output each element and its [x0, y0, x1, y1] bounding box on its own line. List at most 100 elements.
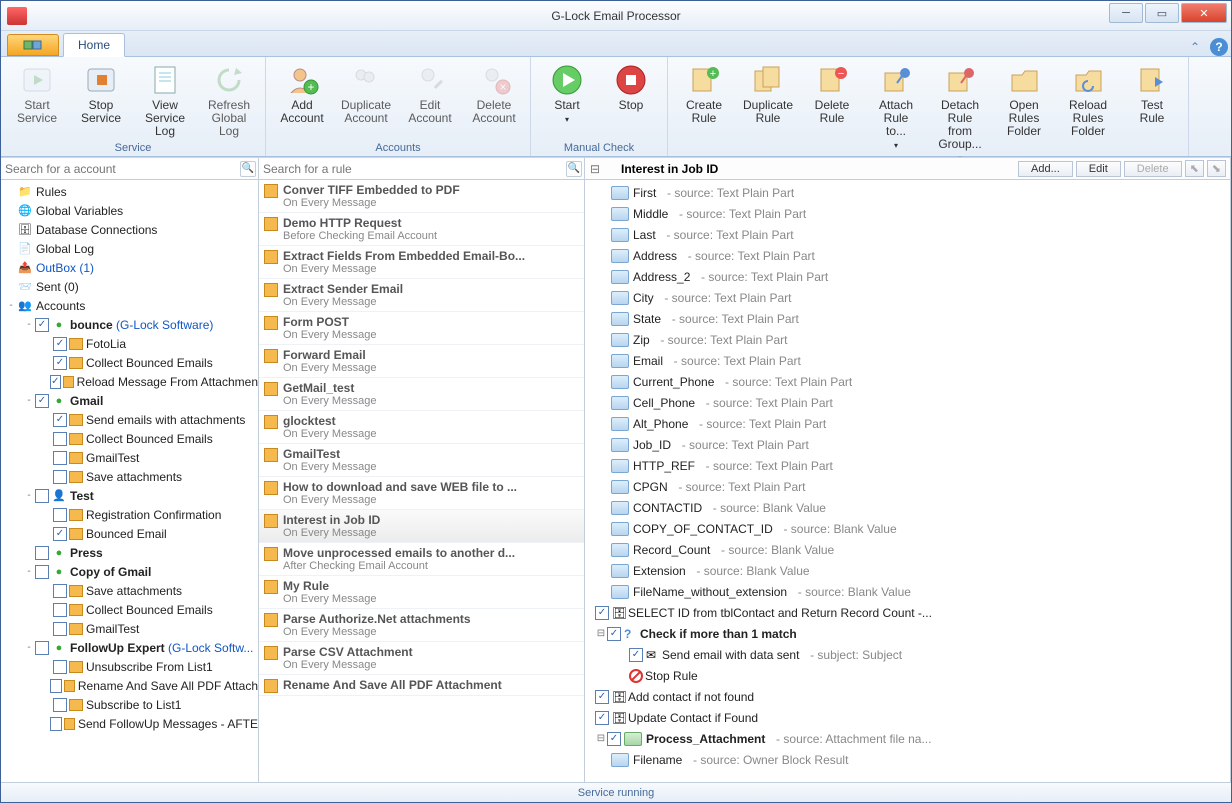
- rule-item[interactable]: Forward EmailOn Every Message: [259, 345, 584, 378]
- tree-item[interactable]: 📁Rules: [1, 182, 258, 201]
- tree-item[interactable]: 🌐Global Variables: [1, 201, 258, 220]
- rule-item[interactable]: Form POSTOn Every Message: [259, 312, 584, 345]
- collapse-icon[interactable]: ⊟: [589, 162, 601, 176]
- reload-rules-folder-button[interactable]: Reload RulesFolder: [1056, 59, 1120, 167]
- tree-item[interactable]: 📄Global Log: [1, 239, 258, 258]
- rule-search-input[interactable]: [261, 160, 566, 178]
- tree-item[interactable]: ✓Bounced Email: [1, 524, 258, 543]
- detach-rule-from-group--button[interactable]: Detach Rulefrom Group...▾: [928, 59, 992, 167]
- detail-row[interactable]: ✓🗄Add contact if not found: [585, 686, 1230, 707]
- rule-item[interactable]: Conver TIFF Embedded to PDFOn Every Mess…: [259, 180, 584, 213]
- test-rule-button[interactable]: TestRule: [1120, 59, 1184, 167]
- tree-item[interactable]: Unsubscribe From List1: [1, 657, 258, 676]
- rule-item[interactable]: Extract Sender EmailOn Every Message: [259, 279, 584, 312]
- tree-item[interactable]: Save attachments: [1, 467, 258, 486]
- close-button[interactable]: ✕: [1181, 3, 1227, 23]
- tree-item[interactable]: Registration Confirmation: [1, 505, 258, 524]
- detail-row[interactable]: Middle - source: Text Plain Part: [585, 203, 1230, 224]
- tree-item[interactable]: 🗄Database Connections: [1, 220, 258, 239]
- tab-home[interactable]: Home: [63, 33, 125, 57]
- rule-item[interactable]: My RuleOn Every Message: [259, 576, 584, 609]
- duplicate-rule-button[interactable]: DuplicateRule: [736, 59, 800, 167]
- open-rules-folder-button[interactable]: Open RulesFolder: [992, 59, 1056, 167]
- rule-item[interactable]: Parse Authorize.Net attachmentsOn Every …: [259, 609, 584, 642]
- detail-row[interactable]: Current_Phone - source: Text Plain Part: [585, 371, 1230, 392]
- tree-item[interactable]: ●Press: [1, 543, 258, 562]
- tree-item[interactable]: -👥Accounts: [1, 296, 258, 315]
- detail-row[interactable]: Last - source: Text Plain Part: [585, 224, 1230, 245]
- detail-row[interactable]: COPY_OF_CONTACT_ID - source: Blank Value: [585, 518, 1230, 539]
- detail-row[interactable]: HTTP_REF - source: Text Plain Part: [585, 455, 1230, 476]
- start-button[interactable]: Start▾: [535, 59, 599, 142]
- detail-row[interactable]: Stop Rule: [585, 665, 1230, 686]
- search-icon[interactable]: 🔍: [240, 161, 256, 177]
- rules-list[interactable]: Conver TIFF Embedded to PDFOn Every Mess…: [259, 180, 584, 782]
- detail-row[interactable]: Record_Count - source: Blank Value: [585, 539, 1230, 560]
- tree-item[interactable]: ✓FotoLia: [1, 334, 258, 353]
- detail-row[interactable]: ⊟✓Process_Attachment - source: Attachmen…: [585, 728, 1230, 749]
- tree-item[interactable]: ✓Collect Bounced Emails: [1, 353, 258, 372]
- tree-item[interactable]: -👤Test: [1, 486, 258, 505]
- view-service-log-button[interactable]: View ServiceLog: [133, 59, 197, 142]
- tree-item[interactable]: 📤OutBox (1): [1, 258, 258, 277]
- tree-item[interactable]: Rename And Save All PDF Attach: [1, 676, 258, 695]
- detail-row[interactable]: Address - source: Text Plain Part: [585, 245, 1230, 266]
- minimize-button[interactable]: ─: [1109, 3, 1143, 23]
- rule-item[interactable]: GmailTestOn Every Message: [259, 444, 584, 477]
- edit-button[interactable]: Edit: [1076, 161, 1121, 177]
- maximize-button[interactable]: ▭: [1145, 3, 1179, 23]
- tree-item[interactable]: -●Copy of Gmail: [1, 562, 258, 581]
- rule-item[interactable]: glocktestOn Every Message: [259, 411, 584, 444]
- detail-row[interactable]: ✓🗄SELECT ID from tblContact and Return R…: [585, 602, 1230, 623]
- tree-item[interactable]: Save attachments: [1, 581, 258, 600]
- delete-rule-button[interactable]: −DeleteRule: [800, 59, 864, 167]
- detail-row[interactable]: CPGN - source: Text Plain Part: [585, 476, 1230, 497]
- tree-item[interactable]: ✓Reload Message From Attachmen: [1, 372, 258, 391]
- nav-down-button[interactable]: ⬊: [1207, 160, 1226, 177]
- rule-item[interactable]: Rename And Save All PDF Attachment: [259, 675, 584, 696]
- detail-row[interactable]: CONTACTID - source: Blank Value: [585, 497, 1230, 518]
- tree-item[interactable]: Collect Bounced Emails: [1, 600, 258, 619]
- detail-row[interactable]: State - source: Text Plain Part: [585, 308, 1230, 329]
- detail-row[interactable]: FileName_without_extension - source: Bla…: [585, 581, 1230, 602]
- stop-service-button[interactable]: StopService: [69, 59, 133, 142]
- nav-up-button[interactable]: ⬉: [1185, 160, 1204, 177]
- detail-row[interactable]: Address_2 - source: Text Plain Part: [585, 266, 1230, 287]
- detail-row[interactable]: City - source: Text Plain Part: [585, 287, 1230, 308]
- detail-row[interactable]: Filename - source: Owner Block Result: [585, 749, 1230, 770]
- tree-item[interactable]: -✓●Gmail: [1, 391, 258, 410]
- detail-row[interactable]: ✓✉Send email with data sent - subject: S…: [585, 644, 1230, 665]
- accounts-tree[interactable]: 📁Rules🌐Global Variables🗄Database Connect…: [1, 180, 258, 782]
- attach-rule-to--button[interactable]: Attach Ruleto...▾: [864, 59, 928, 167]
- add-account-button[interactable]: +AddAccount: [270, 59, 334, 142]
- rule-item[interactable]: Parse CSV AttachmentOn Every Message: [259, 642, 584, 675]
- stop-button[interactable]: Stop: [599, 59, 663, 142]
- detail-row[interactable]: Job_ID - source: Text Plain Part: [585, 434, 1230, 455]
- detail-row[interactable]: ✓🗄Update Contact if Found: [585, 707, 1230, 728]
- detail-row[interactable]: Cell_Phone - source: Text Plain Part: [585, 392, 1230, 413]
- help-icon[interactable]: ?: [1210, 38, 1228, 56]
- search-icon[interactable]: 🔍: [566, 161, 582, 177]
- delete-button[interactable]: Delete: [1124, 161, 1182, 177]
- rule-item[interactable]: Move unprocessed emails to another d...A…: [259, 543, 584, 576]
- rule-item[interactable]: Demo HTTP RequestBefore Checking Email A…: [259, 213, 584, 246]
- account-search-input[interactable]: [3, 160, 240, 178]
- detail-row[interactable]: First - source: Text Plain Part: [585, 182, 1230, 203]
- tree-item[interactable]: -●FollowUp Expert (G-Lock Softw...: [1, 638, 258, 657]
- rule-item[interactable]: Interest in Job IDOn Every Message: [259, 510, 584, 543]
- tree-item[interactable]: -✓●bounce (G-Lock Software): [1, 315, 258, 334]
- tree-item[interactable]: GmailTest: [1, 448, 258, 467]
- rule-item[interactable]: GetMail_testOn Every Message: [259, 378, 584, 411]
- detail-row[interactable]: ⊟✓?Check if more than 1 match: [585, 623, 1230, 644]
- tree-item[interactable]: Collect Bounced Emails: [1, 429, 258, 448]
- detail-row[interactable]: Extension - source: Blank Value: [585, 560, 1230, 581]
- rule-item[interactable]: Extract Fields From Embedded Email-Bo...…: [259, 246, 584, 279]
- tree-item[interactable]: Subscribe to List1: [1, 695, 258, 714]
- add-button[interactable]: Add...: [1018, 161, 1073, 177]
- create-rule-button[interactable]: +CreateRule: [672, 59, 736, 167]
- detail-tree[interactable]: First - source: Text Plain PartMiddle - …: [585, 180, 1230, 782]
- tree-item[interactable]: Send FollowUp Messages - AFTE: [1, 714, 258, 733]
- detail-row[interactable]: Alt_Phone - source: Text Plain Part: [585, 413, 1230, 434]
- file-button[interactable]: [7, 34, 59, 56]
- detail-row[interactable]: Zip - source: Text Plain Part: [585, 329, 1230, 350]
